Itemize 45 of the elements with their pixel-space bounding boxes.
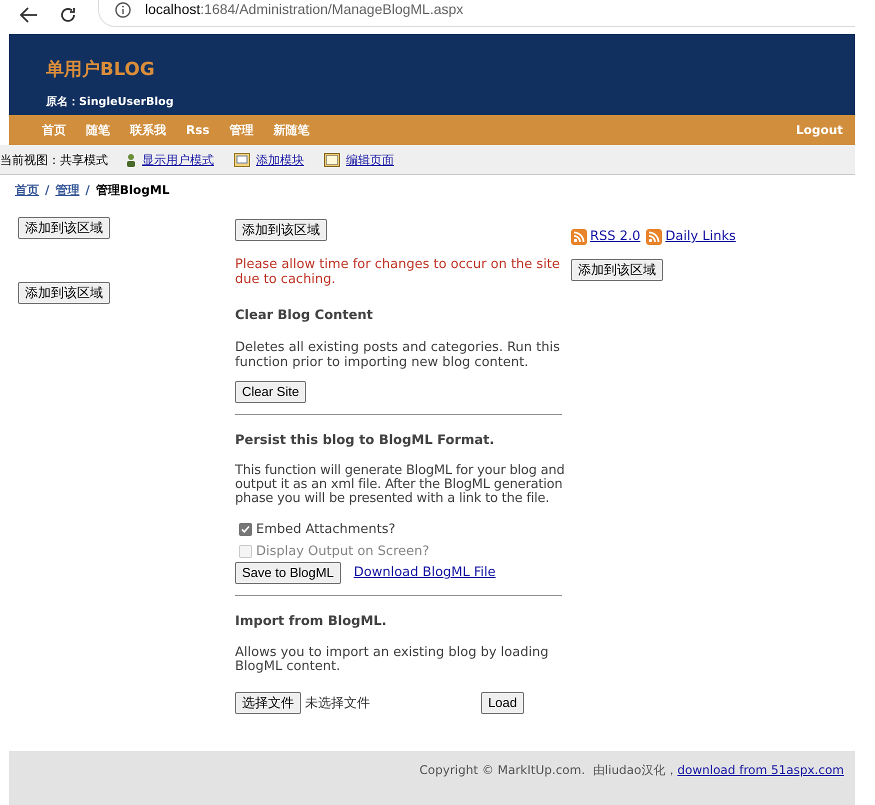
feed-link[interactable]: Daily Links (665, 227, 736, 246)
add-to-zone-button[interactable]: 添加到该区域 (571, 258, 663, 280)
save-button[interactable]: Save to BlogML (235, 562, 341, 584)
breadcrumb-separator: / (45, 182, 50, 199)
checkbox[interactable] (239, 523, 252, 536)
info-icon[interactable] (115, 2, 131, 18)
clear-site-button[interactable]: Clear Site (235, 380, 306, 402)
window-icon (234, 152, 250, 166)
toolbar-link[interactable]: 显示用户模式 (142, 150, 214, 168)
section-heading: Persist this blog to BlogML Format. (235, 432, 496, 450)
choose-file-button[interactable]: 选择文件 (235, 692, 301, 714)
checkbox-label: Display Output on Screen? (256, 542, 430, 560)
view-label: 当前视图：共享模式 (0, 152, 108, 168)
load-button[interactable]: Load (481, 692, 524, 714)
copyright-text: Copyright © MarkItUp.com. 由liudao汉化， (419, 762, 678, 779)
download-link[interactable]: download from 51aspx.com (677, 761, 844, 779)
address-bar[interactable]: localhost:1684/Administration/ManageBlogML.aspx (98, 0, 855, 27)
blog-subtitle: 原名：SingleUserBlog (46, 95, 174, 109)
section-description: Allows you to import an existing blog by loading BlogML content. (235, 646, 550, 674)
add-to-zone-button[interactable]: 添加到该区域 (18, 217, 110, 239)
toolbar-link[interactable]: 添加模块 (256, 150, 304, 168)
breadcrumb-link[interactable]: 管理 (55, 181, 80, 199)
download-link[interactable]: Download BlogML File (354, 563, 496, 583)
section-description: This function will generate BlogML for your blog and output it as an xml file. After the BlogML generation phase you will be presented with a link to the file. (235, 464, 566, 506)
rss-icon (646, 228, 662, 245)
file-status: 未选择文件 (305, 694, 370, 712)
section-heading: Clear Blog Content (235, 307, 374, 325)
back-icon[interactable] (20, 7, 38, 23)
breadcrumb-separator: / (85, 182, 90, 199)
window-icon (324, 152, 340, 166)
rss-icon (571, 228, 587, 245)
reload-icon[interactable] (60, 7, 76, 23)
section-heading: Import from BlogML. (235, 613, 388, 631)
breadcrumb-current: 管理BlogML (96, 182, 170, 199)
add-to-zone-button[interactable]: 添加到该区域 (18, 282, 110, 304)
breadcrumb-link[interactable]: 首页 (15, 181, 39, 199)
caching-notice: Please allow time for changes to occur on the site due to caching. (235, 257, 561, 287)
person-icon (126, 152, 136, 166)
checkbox-label: Embed Attachments? (256, 521, 396, 539)
add-to-zone-button[interactable]: 添加到该区域 (235, 219, 327, 241)
url-text: localhost:1684/Administration/ManageBlogML.aspx (145, 0, 464, 19)
toolbar-link[interactable]: 编辑页面 (346, 150, 394, 168)
blog-title: 单用户BLOG (46, 59, 156, 81)
section-description: Deletes all existing posts and categories. Run this function prior to importing new blog content. (235, 340, 561, 370)
feed-link[interactable]: RSS 2.0 (590, 227, 640, 246)
